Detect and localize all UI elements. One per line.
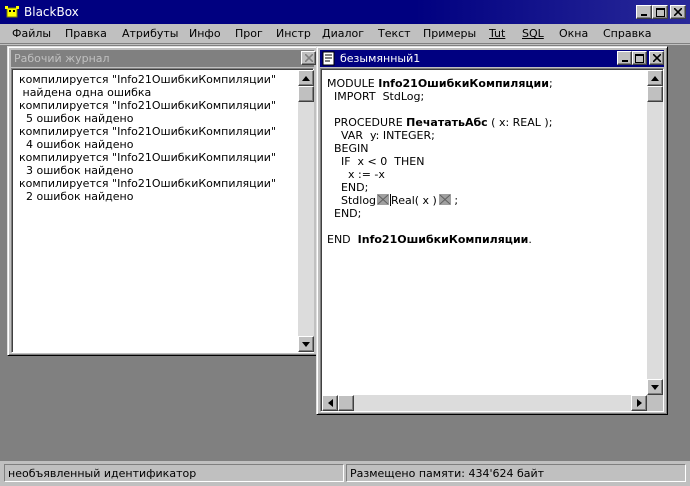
editor-vertical-scrollbar[interactable]: [647, 70, 663, 395]
log-line: компилируется "Info21ОшибкиКомпиляции": [19, 73, 277, 86]
code-line: VAR y: INTEGER;: [327, 129, 435, 142]
close-icon: [674, 8, 682, 16]
code-line: END Info21ОшибкиКомпиляции.: [327, 233, 532, 246]
code-line: x := -x: [327, 168, 385, 181]
code-line: IMPORT StdLog;: [327, 90, 425, 103]
scroll-down-button[interactable]: [298, 336, 314, 352]
code-line: IF x < 0 THEN: [327, 155, 425, 168]
code-line: END;: [327, 181, 369, 194]
arrow-up-icon: [302, 75, 310, 81]
resize-grip[interactable]: [647, 395, 663, 411]
log-line: компилируется "Info21ОшибкиКомпиляции": [19, 125, 277, 138]
log-window-title: Рабочий журнал: [14, 52, 110, 65]
close-button[interactable]: [670, 5, 686, 19]
code-line: BEGIN: [327, 142, 369, 155]
menu-prog[interactable]: Прог: [235, 27, 263, 40]
minimize-icon: [621, 60, 628, 62]
scroll-up-button[interactable]: [647, 70, 663, 86]
log-line: 4 ошибок найдено: [19, 138, 134, 151]
log-line: компилируется "Info21ОшибкиКомпиляции": [19, 99, 277, 112]
arrow-up-icon: [651, 75, 659, 81]
document-icon: [322, 51, 335, 66]
menu-info[interactable]: Инфо: [189, 27, 221, 40]
menu-sql[interactable]: SQL: [522, 27, 544, 40]
status-message: необъявленный идентификатор: [4, 464, 344, 482]
editor-window: безымянный1 MODULE Info21ОшибкиКомпиляци…: [316, 46, 668, 415]
editor-horizontal-scrollbar[interactable]: [322, 395, 647, 411]
code-line: END;: [327, 207, 362, 220]
editor-text-area[interactable]: MODULE Info21ОшибкиКомпиляции; IMPORT St…: [320, 68, 664, 412]
menu-bar: Файлы Правка Атрибуты Инфо Прог Инстр Ди…: [0, 24, 690, 44]
menu-files[interactable]: Файлы: [12, 27, 51, 40]
status-bar: необъявленный идентификатор Размещено па…: [0, 461, 690, 486]
editor-minimize-button[interactable]: [617, 51, 632, 65]
log-line: найдена одна ошибка: [19, 86, 152, 99]
scroll-right-button[interactable]: [631, 395, 647, 411]
log-line: компилируется "Info21ОшибкиКомпиляции": [19, 151, 277, 164]
close-icon: [652, 54, 661, 62]
minimize-button[interactable]: [636, 5, 652, 19]
scroll-down-button[interactable]: [647, 379, 663, 395]
error-marker-icon[interactable]: [438, 194, 451, 205]
log-line: 3 ошибок найдено: [19, 164, 134, 177]
log-window: Рабочий журнал компилируется "Info21Ошиб…: [7, 46, 318, 356]
menu-attributes[interactable]: Атрибуты: [122, 27, 178, 40]
maximize-icon: [635, 53, 644, 63]
log-line: компилируется "Info21ОшибкиКомпиляции": [19, 177, 277, 190]
menu-tools[interactable]: Инстр: [276, 27, 311, 40]
scroll-up-button[interactable]: [298, 70, 314, 86]
log-window-title-bar[interactable]: Рабочий журнал: [11, 50, 316, 67]
status-memory: Размещено памяти: 434'624 байт: [346, 464, 686, 482]
error-marker-icon[interactable]: [377, 194, 390, 205]
menu-text[interactable]: Текст: [378, 27, 411, 40]
title-bar[interactable]: BlackBox: [0, 0, 690, 24]
menu-help[interactable]: Справка: [603, 27, 651, 40]
scroll-thumb[interactable]: [298, 86, 314, 102]
blackbox-app-icon[interactable]: [4, 4, 20, 20]
minimize-icon: [641, 14, 647, 16]
menu-edit[interactable]: Правка: [65, 27, 107, 40]
arrow-left-icon: [327, 399, 333, 407]
arrow-right-icon: [636, 399, 642, 407]
log-vertical-scrollbar[interactable]: [298, 70, 314, 352]
log-line: 5 ошибок найдено: [19, 112, 134, 125]
scroll-left-button[interactable]: [322, 395, 338, 411]
arrow-down-icon: [651, 384, 659, 390]
window-title: BlackBox: [24, 5, 79, 19]
menu-dialog[interactable]: Диалог: [322, 27, 364, 40]
editor-window-title-bar[interactable]: безымянный1: [320, 50, 664, 67]
maximize-button[interactable]: [652, 5, 668, 19]
editor-close-button[interactable]: [649, 51, 664, 65]
close-icon: [304, 54, 313, 62]
menu-examples[interactable]: Примеры: [423, 27, 476, 40]
code-line: PROCEDURE ПечататьАбс ( x: REAL );: [327, 116, 553, 129]
code-line: MODULE Info21ОшибкиКомпиляции;: [327, 77, 553, 90]
scroll-thumb[interactable]: [338, 395, 354, 411]
log-line: 2 ошибок найдено: [19, 190, 134, 203]
editor-window-title: безымянный1: [340, 52, 421, 65]
menu-tut[interactable]: Tut: [489, 27, 505, 40]
arrow-down-icon: [302, 341, 310, 347]
editor-maximize-button[interactable]: [632, 51, 647, 65]
log-close-button[interactable]: [301, 51, 316, 65]
menu-windows[interactable]: Окна: [559, 27, 588, 40]
maximize-icon: [655, 7, 665, 17]
scroll-thumb[interactable]: [647, 86, 663, 102]
code-line: Stdlog Real( x ) ;: [327, 194, 459, 207]
log-text-area[interactable]: компилируется "Info21ОшибкиКомпиляции" н…: [11, 68, 314, 353]
